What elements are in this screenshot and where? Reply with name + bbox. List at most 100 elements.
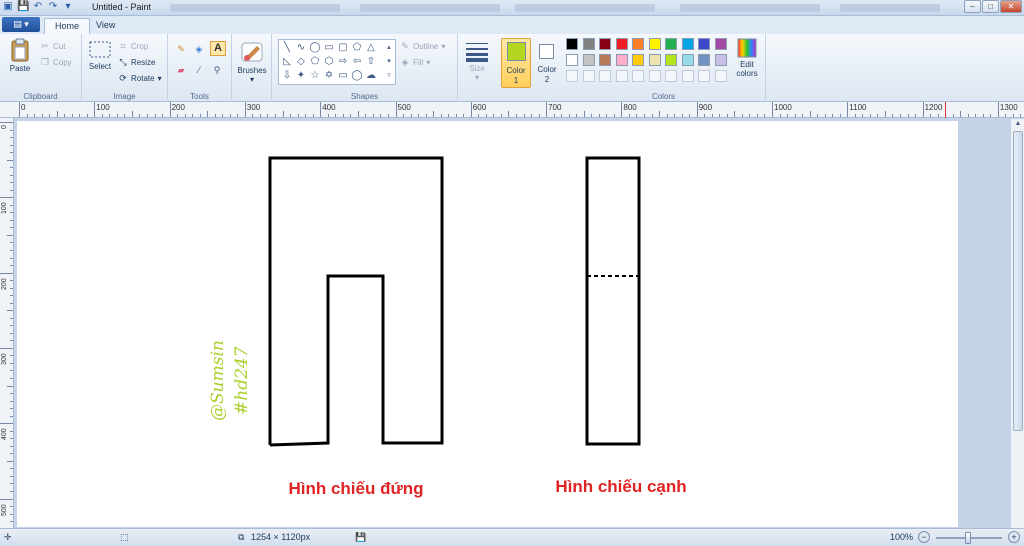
rounded-rectangle-shape-icon[interactable]: ▢: [337, 42, 349, 54]
palette-color-swatch[interactable]: [582, 54, 595, 66]
palette-color-swatch[interactable]: [714, 38, 727, 50]
maximize-button[interactable]: □: [982, 0, 999, 13]
polygon-shape-icon[interactable]: ⬠: [351, 42, 363, 54]
palette-empty-swatch[interactable]: [698, 70, 710, 82]
oval-shape-icon[interactable]: ◯: [309, 42, 321, 54]
paste-button[interactable]: Paste: [6, 38, 34, 73]
palette-empty-swatch[interactable]: [632, 70, 644, 82]
palette-color-swatch[interactable]: [599, 38, 611, 50]
tab-home[interactable]: Home: [44, 18, 91, 34]
palette-color-swatch[interactable]: [698, 54, 710, 66]
customize-qat-icon[interactable]: ▾: [62, 1, 74, 13]
pencil-icon[interactable]: ✎: [176, 44, 186, 54]
palette-color-swatch[interactable]: [681, 38, 694, 50]
expand-gallery-icon[interactable]: ▿: [383, 70, 395, 82]
copy-button[interactable]: ❐ Copy: [40, 57, 72, 67]
palette-color-swatch[interactable]: [632, 54, 644, 66]
quick-access-toolbar: ▣ 💾 ↶ ↷ ▾: [2, 1, 74, 13]
select-button[interactable]: Select: [86, 40, 114, 71]
left-arrow-shape-icon[interactable]: ⇦: [351, 56, 363, 68]
ruler-tick: [116, 114, 118, 117]
six-point-star-shape-icon[interactable]: ✡: [323, 70, 335, 82]
palette-color-swatch[interactable]: [615, 38, 628, 50]
ruler-tick: [915, 114, 917, 117]
close-button[interactable]: ✕: [1000, 0, 1022, 13]
scrollbar-thumb[interactable]: [1013, 131, 1023, 431]
palette-color-swatch[interactable]: [665, 54, 677, 66]
four-point-star-shape-icon[interactable]: ✦: [295, 70, 307, 82]
crop-button[interactable]: ⌗ Crop: [118, 41, 148, 51]
zoom-out-icon[interactable]: −: [918, 531, 930, 543]
line-shape-icon[interactable]: ╲: [281, 42, 293, 54]
ruler-tick: [930, 114, 932, 117]
ruler-tick: [19, 102, 20, 117]
undo-icon[interactable]: ↶: [32, 1, 44, 13]
palette-empty-swatch[interactable]: [566, 70, 578, 82]
zoom-slider-thumb[interactable]: [965, 532, 971, 544]
text-tool-icon[interactable]: A: [210, 41, 226, 56]
rectangle-shape-icon[interactable]: ▭: [323, 42, 335, 54]
scroll-up-arrow-icon[interactable]: ▲: [1013, 120, 1023, 130]
palette-color-swatch[interactable]: [665, 38, 677, 50]
palette-color-swatch[interactable]: [566, 54, 578, 66]
color-picker-icon[interactable]: ⁄: [194, 65, 204, 75]
minimize-button[interactable]: –: [964, 0, 981, 13]
palette-empty-swatch[interactable]: [582, 70, 595, 82]
palette-color-swatch[interactable]: [698, 38, 710, 50]
palette-empty-swatch[interactable]: [681, 70, 694, 82]
palette-empty-swatch[interactable]: [599, 70, 611, 82]
outline-button[interactable]: ✎ Outline ▾: [400, 41, 445, 51]
brushes-button[interactable]: Brushes ▾: [234, 40, 270, 84]
palette-empty-swatch[interactable]: [648, 70, 661, 82]
palette-color-swatch[interactable]: [681, 54, 694, 66]
fill-button[interactable]: ◈ Fill ▾: [400, 57, 431, 67]
palette-empty-swatch[interactable]: [714, 70, 727, 82]
fill-bucket-icon[interactable]: ◈: [194, 44, 204, 54]
tab-view[interactable]: View: [86, 18, 125, 34]
drawing-canvas[interactable]: @Sumsin #hd247 Hình chiếu đứng Hình chiế…: [17, 121, 958, 527]
image-dimensions: 1254 × 1120px: [251, 532, 311, 542]
palette-color-swatch[interactable]: [566, 38, 578, 50]
palette-color-swatch[interactable]: [714, 54, 727, 66]
palette-empty-swatch[interactable]: [615, 70, 628, 82]
curve-shape-icon[interactable]: ∿: [295, 42, 307, 54]
size-button[interactable]: Size ▾: [462, 40, 492, 82]
cloud-callout-shape-icon[interactable]: ☁: [365, 70, 377, 82]
palette-color-swatch[interactable]: [582, 38, 595, 50]
palette-color-swatch[interactable]: [599, 54, 611, 66]
pentagon-shape-icon[interactable]: ⬠: [309, 56, 321, 68]
cut-button[interactable]: ✂ Cut: [40, 41, 65, 51]
palette-color-swatch[interactable]: [648, 38, 661, 50]
magnifier-icon[interactable]: ⚲: [212, 65, 222, 75]
ruler-tick: [10, 355, 13, 357]
diamond-shape-icon[interactable]: ◇: [295, 56, 307, 68]
callout-shape-icon[interactable]: ▭: [337, 70, 349, 82]
redo-icon[interactable]: ↷: [47, 1, 59, 13]
up-arrow-shape-icon[interactable]: ⇧: [365, 56, 377, 68]
paint-app-icon[interactable]: ▣: [2, 1, 14, 13]
save-icon[interactable]: 💾: [17, 1, 29, 13]
edit-colors-button[interactable]: Edit colors: [730, 38, 764, 78]
resize-button[interactable]: ⤡ Resize: [118, 57, 155, 67]
color1-button[interactable]: Color 1: [501, 38, 531, 88]
right-triangle-shape-icon[interactable]: ◺: [281, 56, 293, 68]
oval-callout-shape-icon[interactable]: ◯: [351, 70, 363, 82]
ruler-tick: [184, 114, 186, 117]
palette-color-swatch[interactable]: [648, 54, 661, 66]
zoom-in-icon[interactable]: +: [1008, 531, 1020, 543]
rotate-button[interactable]: ⟳ Rotate ▾: [118, 73, 161, 83]
scroll-down-icon[interactable]: ▾: [383, 56, 395, 68]
eraser-icon[interactable]: ▰: [176, 65, 186, 75]
palette-empty-swatch[interactable]: [665, 70, 677, 82]
triangle-shape-icon[interactable]: △: [365, 42, 377, 54]
down-arrow-shape-icon[interactable]: ⇩: [281, 70, 293, 82]
hexagon-shape-icon[interactable]: ⬡: [323, 56, 335, 68]
right-arrow-shape-icon[interactable]: ⇨: [337, 56, 349, 68]
five-point-star-shape-icon[interactable]: ☆: [309, 70, 321, 82]
color2-button[interactable]: Color 2: [534, 38, 560, 88]
palette-color-swatch[interactable]: [615, 54, 628, 66]
paint-menu-button[interactable]: ▤ ▾: [2, 17, 40, 32]
scroll-up-icon[interactable]: ▴: [383, 42, 395, 54]
vertical-scrollbar[interactable]: ▲: [1010, 119, 1024, 528]
palette-color-swatch[interactable]: [632, 38, 644, 50]
